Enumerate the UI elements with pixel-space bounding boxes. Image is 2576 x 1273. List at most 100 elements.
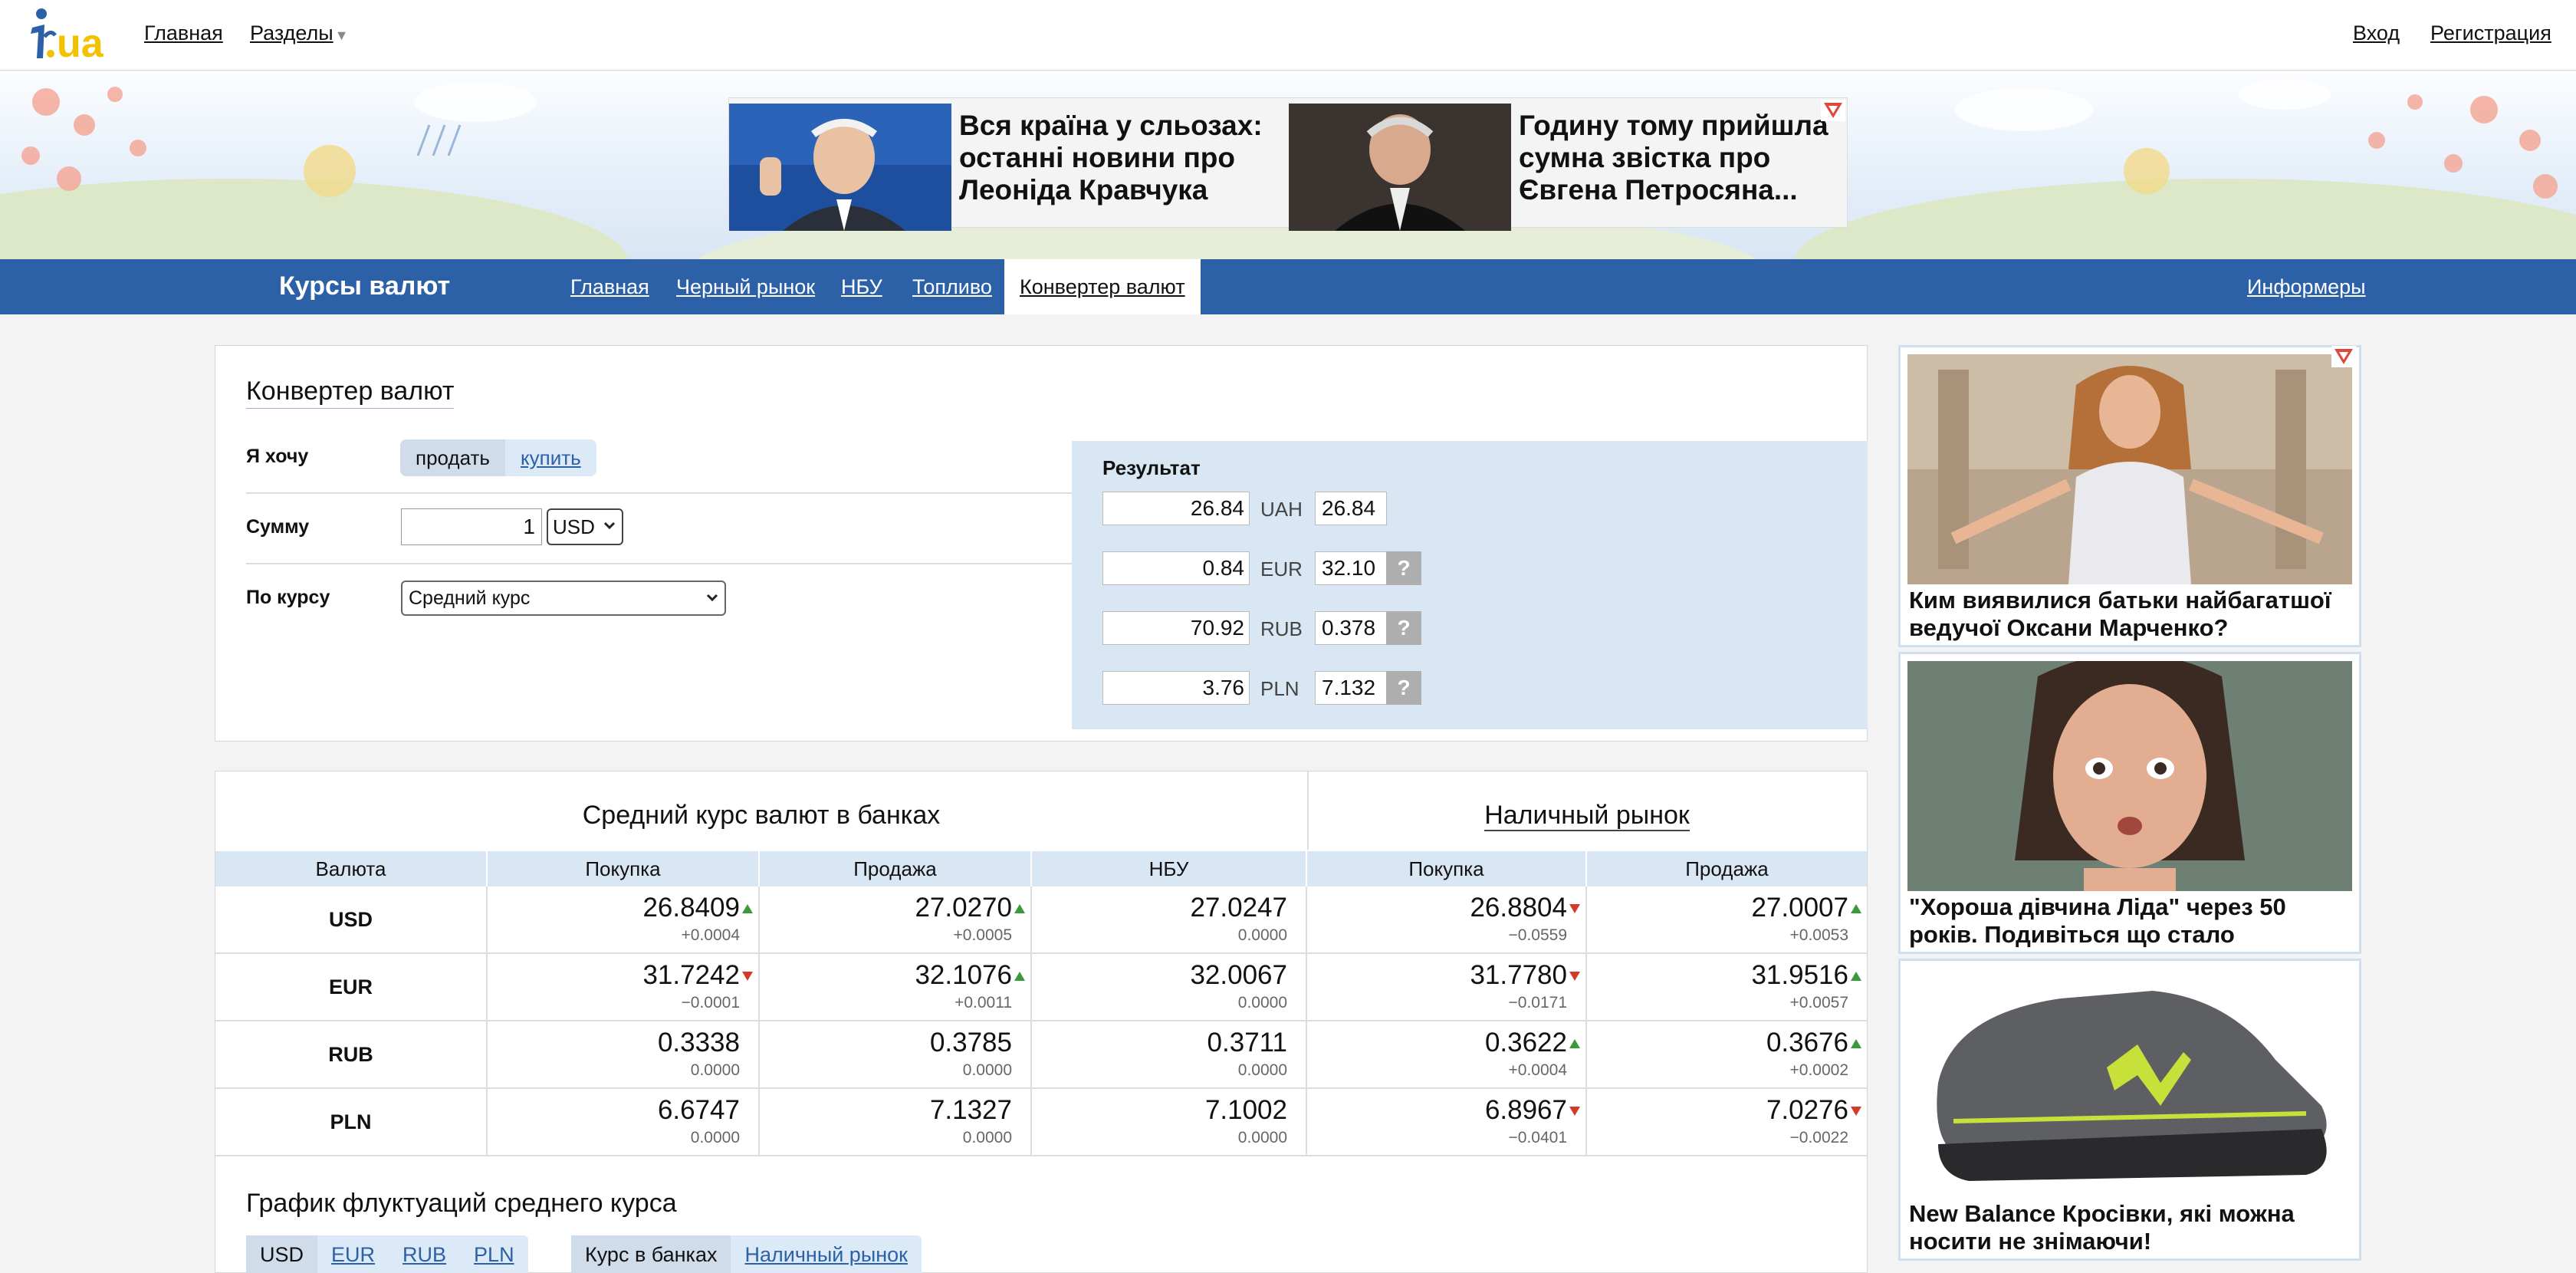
arrow-up-icon bbox=[1014, 904, 1025, 913]
rate-cell-sell: 0.3785 0.0000 bbox=[760, 1021, 1032, 1087]
sum-label: Сумму bbox=[246, 516, 310, 538]
help-button[interactable]: ? bbox=[1386, 551, 1421, 585]
rate-delta: 0.0000 bbox=[1237, 1129, 1287, 1146]
help-button[interactable]: ? bbox=[1386, 671, 1421, 705]
arrow-down-icon bbox=[1569, 972, 1580, 981]
result-value[interactable]: 70.92 bbox=[1102, 611, 1250, 645]
rate-value: 6.6747 bbox=[657, 1095, 740, 1125]
rate-value: 26.8409 bbox=[642, 893, 740, 923]
tab-rub[interactable]: RUB bbox=[389, 1235, 460, 1273]
result-code: UAH bbox=[1260, 498, 1303, 521]
tab-usd[interactable]: USD bbox=[246, 1235, 318, 1273]
result-panel: Результат 26.84 UAH 26.84 0.84 EUR 32.10… bbox=[1072, 441, 1868, 729]
header-banner: Вся країна у сльозах: останні новини про… bbox=[0, 71, 2576, 259]
rate-value: 0.3338 bbox=[657, 1028, 740, 1058]
rate-value: 27.0270 bbox=[915, 893, 1012, 923]
rate-cell-nbu: 27.0247 0.0000 bbox=[1032, 886, 1307, 952]
rate-value: 0.3622 bbox=[1484, 1028, 1567, 1058]
col-header-currency: Валюта bbox=[215, 851, 488, 886]
rate-cell-buy: 6.6747 0.0000 bbox=[488, 1089, 760, 1155]
result-rate[interactable]: 7.132 bbox=[1315, 671, 1387, 705]
tab-pln[interactable]: PLN bbox=[460, 1235, 528, 1273]
svg-text:ua: ua bbox=[57, 21, 104, 66]
ad-card[interactable]: New Balance Кросівки, які можна носити н… bbox=[1898, 959, 2361, 1261]
result-value[interactable]: 26.84 bbox=[1102, 492, 1250, 525]
result-value[interactable]: 3.76 bbox=[1102, 671, 1250, 705]
result-code: EUR bbox=[1260, 558, 1303, 581]
amount-input[interactable]: 1 bbox=[401, 508, 542, 545]
nav-home[interactable]: Главная bbox=[144, 21, 223, 45]
informers-link[interactable]: Информеры bbox=[2247, 259, 2366, 314]
arrow-up-icon bbox=[1569, 1039, 1580, 1048]
logo[interactable]: ua bbox=[28, 6, 120, 66]
rate-cell-nbu: 32.0067 0.0000 bbox=[1032, 954, 1307, 1020]
result-rate[interactable]: 32.10 bbox=[1315, 551, 1387, 585]
buy-option[interactable]: купить bbox=[505, 439, 596, 476]
col-header-cash-buy: Покупка bbox=[1307, 851, 1587, 886]
sell-option[interactable]: продать bbox=[400, 439, 505, 476]
tab-bank-rate[interactable]: Курс в банках bbox=[571, 1235, 731, 1273]
promo-item-1[interactable]: Вся країна у сльозах: останні новини про… bbox=[729, 104, 1281, 231]
result-value[interactable]: 0.84 bbox=[1102, 551, 1250, 585]
rate-cell-buy: 31.7242 −0.0001 bbox=[488, 954, 760, 1020]
register-link[interactable]: Регистрация bbox=[2430, 21, 2551, 45]
tab-home[interactable]: Главная bbox=[570, 259, 649, 314]
ad-image bbox=[1907, 661, 2352, 891]
tab-nbu[interactable]: НБУ bbox=[841, 259, 882, 314]
avg-rates-title: Средний курс валют в банках bbox=[582, 801, 941, 830]
cash-market-title[interactable]: Наличный рынок bbox=[1307, 801, 1867, 831]
currency-select-value: USD bbox=[553, 515, 595, 538]
rate-delta: +0.0004 bbox=[681, 926, 741, 944]
chevron-down-icon bbox=[603, 521, 616, 530]
cash-market-link[interactable]: Наличный рынок bbox=[1484, 801, 1690, 831]
ad-text: Ким виявилися батьки найбагатшої ведучої… bbox=[1909, 587, 2331, 641]
arrow-up-icon bbox=[1851, 972, 1861, 981]
rate-delta: 0.0000 bbox=[690, 1129, 740, 1146]
ad-marker-icon[interactable] bbox=[2331, 346, 2356, 367]
rate-delta: +0.0053 bbox=[1789, 926, 1849, 944]
ad-card[interactable]: Ким виявилися батьки найбагатшої ведучої… bbox=[1898, 345, 2361, 647]
promo-text-1: Вся країна у сльозах: останні новини про… bbox=[959, 110, 1263, 206]
rate-delta: −0.0001 bbox=[681, 994, 741, 1011]
rates-panel: Средний курс валют в банках Наличный рын… bbox=[215, 771, 1868, 1273]
rate-value: 6.8967 bbox=[1484, 1095, 1567, 1125]
tab-fuel[interactable]: Топливо bbox=[912, 259, 992, 314]
col-header-cash-sell: Продажа bbox=[1587, 851, 1867, 886]
result-rate[interactable]: 0.378 bbox=[1315, 611, 1387, 645]
rate-delta: +0.0057 bbox=[1789, 994, 1849, 1011]
result-rate[interactable]: 26.84 bbox=[1315, 492, 1387, 525]
chart-title: График флуктуаций среднего курса bbox=[246, 1189, 677, 1218]
col-header-sell: Продажа bbox=[760, 851, 1032, 886]
currency-code: EUR bbox=[215, 954, 488, 1020]
section-title: Курсы валют bbox=[279, 271, 451, 301]
ad-marker-icon[interactable] bbox=[1821, 100, 1845, 121]
help-button[interactable]: ? bbox=[1386, 611, 1421, 645]
arrow-down-icon bbox=[1569, 1107, 1580, 1116]
rate-delta: +0.0005 bbox=[953, 926, 1013, 944]
login-link[interactable]: Вход bbox=[2353, 21, 2400, 45]
tab-eur[interactable]: EUR bbox=[317, 1235, 389, 1273]
converter-title: Конвертер валют bbox=[246, 377, 455, 409]
tab-converter[interactable]: Конвертер валют bbox=[1004, 259, 1201, 314]
converter-panel: Конвертер валют Я хочу продать купить Су… bbox=[215, 345, 1868, 742]
currency-tabs: USD EUR RUB PLN bbox=[246, 1235, 528, 1273]
rate-delta: +0.0011 bbox=[955, 994, 1012, 1011]
nav-sections[interactable]: Разделы ▼ bbox=[250, 21, 348, 45]
rate-delta: 0.0000 bbox=[1237, 994, 1287, 1011]
arrow-up-icon bbox=[1014, 972, 1025, 981]
rate-cell-cash-buy: 26.8804 −0.0559 bbox=[1307, 886, 1587, 952]
promo-item-2[interactable]: Годину тому прийшла сумна звістка про Єв… bbox=[1289, 104, 1841, 231]
rate-cell-cash-sell: 27.0007 +0.0053 bbox=[1587, 886, 1867, 952]
rate-delta: 0.0000 bbox=[962, 1061, 1012, 1079]
tab-black-market[interactable]: Черный рынок bbox=[676, 259, 815, 314]
arrow-up-icon bbox=[742, 904, 753, 913]
tab-cash-market[interactable]: Наличный рынок bbox=[731, 1235, 921, 1273]
rate-value: 0.3711 bbox=[1207, 1028, 1287, 1058]
rate-value: 27.0007 bbox=[1751, 893, 1848, 923]
rate-select[interactable]: Средний курс bbox=[401, 581, 726, 616]
ad-card[interactable]: "Хороша дівчина Ліда" через 50 років. По… bbox=[1898, 652, 2361, 954]
ad-image bbox=[1907, 968, 2352, 1198]
rate-cell-sell: 7.1327 0.0000 bbox=[760, 1089, 1032, 1155]
rate-cell-nbu: 0.3711 0.0000 bbox=[1032, 1021, 1307, 1087]
currency-select[interactable]: USD bbox=[547, 508, 623, 545]
